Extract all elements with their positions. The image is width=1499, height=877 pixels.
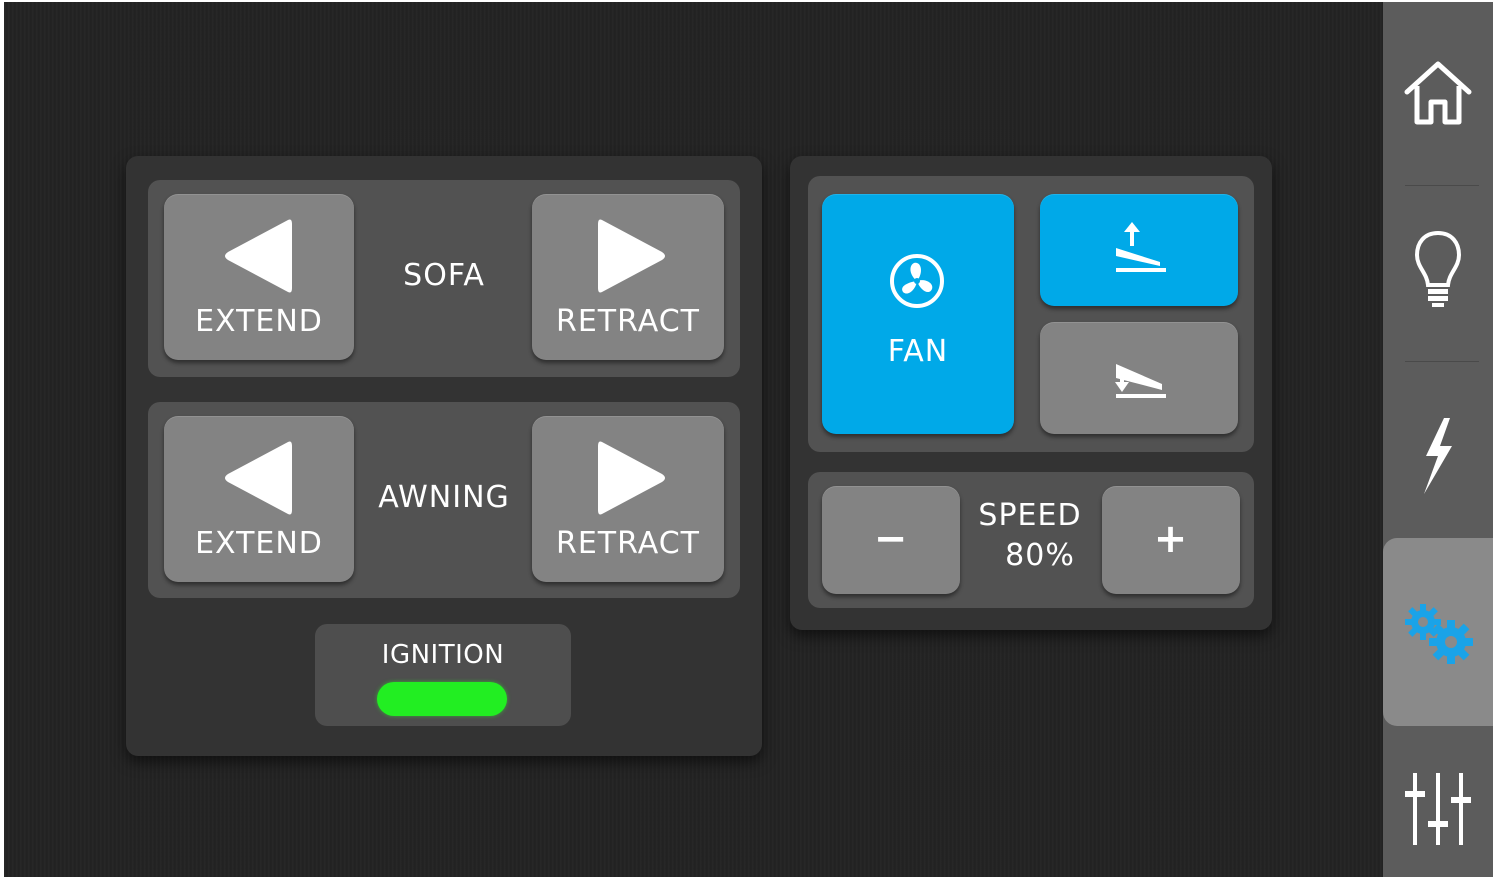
fan-control-panel: FAN − SPEED 80% + <box>790 156 1272 630</box>
sidebar-nav <box>1383 2 1493 877</box>
sofa-extend-button[interactable]: EXTEND <box>164 194 354 360</box>
arrow-left-icon <box>225 441 292 515</box>
slide-control-panel: EXTEND SOFA RETRACT EXTEND AWNING RETRAC… <box>126 156 762 756</box>
arrow-left-icon <box>225 219 292 293</box>
fan-icon <box>890 254 944 308</box>
sofa-retract-label: RETRACT <box>555 304 701 339</box>
sofa-extend-label: EXTEND <box>195 304 323 339</box>
plus-icon: + <box>1153 516 1189 562</box>
speed-group: − SPEED 80% + <box>808 472 1254 608</box>
fan-toggle-button[interactable]: FAN <box>822 194 1014 434</box>
sidebar-item-home[interactable] <box>1383 38 1493 148</box>
ignition-indicator <box>377 682 507 716</box>
minus-icon: − <box>873 516 909 562</box>
sidebar-item-adjustments[interactable] <box>1383 754 1493 864</box>
lightning-icon <box>1424 418 1452 494</box>
sidebar-divider <box>1405 185 1479 186</box>
sofa-retract-button[interactable]: RETRACT <box>532 194 724 360</box>
sofa-group: EXTEND SOFA RETRACT <box>148 180 740 377</box>
gears-icon <box>1405 604 1473 664</box>
lightbulb-icon <box>1414 230 1462 307</box>
sofa-label: SOFA <box>403 258 485 293</box>
awning-extend-label: EXTEND <box>195 526 323 561</box>
awning-group: EXTEND AWNING RETRACT <box>148 402 740 598</box>
awning-extend-button[interactable]: EXTEND <box>164 416 354 582</box>
sliders-icon <box>1405 773 1471 845</box>
vent-lid-open-icon <box>1116 222 1166 272</box>
awning-retract-button[interactable]: RETRACT <box>532 416 724 582</box>
awning-label: AWNING <box>378 480 510 515</box>
home-icon <box>1404 61 1472 125</box>
sidebar-item-lights[interactable] <box>1383 214 1493 324</box>
awning-retract-label: RETRACT <box>555 526 701 561</box>
speed-decrease-button[interactable]: − <box>822 486 960 594</box>
ignition-label: IGNITION <box>381 640 505 670</box>
speed-increase-button[interactable]: + <box>1102 486 1240 594</box>
arrow-right-icon <box>598 441 665 515</box>
speed-label: SPEED <box>978 498 1082 533</box>
vent-lid-open-button[interactable] <box>1040 194 1238 306</box>
vent-lid-close-button[interactable] <box>1040 322 1238 434</box>
speed-value: 80% <box>1005 538 1075 573</box>
fan-label: FAN <box>887 334 949 369</box>
fan-group: FAN <box>808 176 1254 452</box>
sidebar-item-power[interactable] <box>1383 396 1493 516</box>
arrow-right-icon <box>598 219 665 293</box>
sidebar-divider <box>1405 361 1479 362</box>
vent-lid-close-icon <box>1115 364 1166 398</box>
ignition-status: IGNITION <box>315 624 571 726</box>
sidebar-item-settings[interactable] <box>1383 578 1493 688</box>
